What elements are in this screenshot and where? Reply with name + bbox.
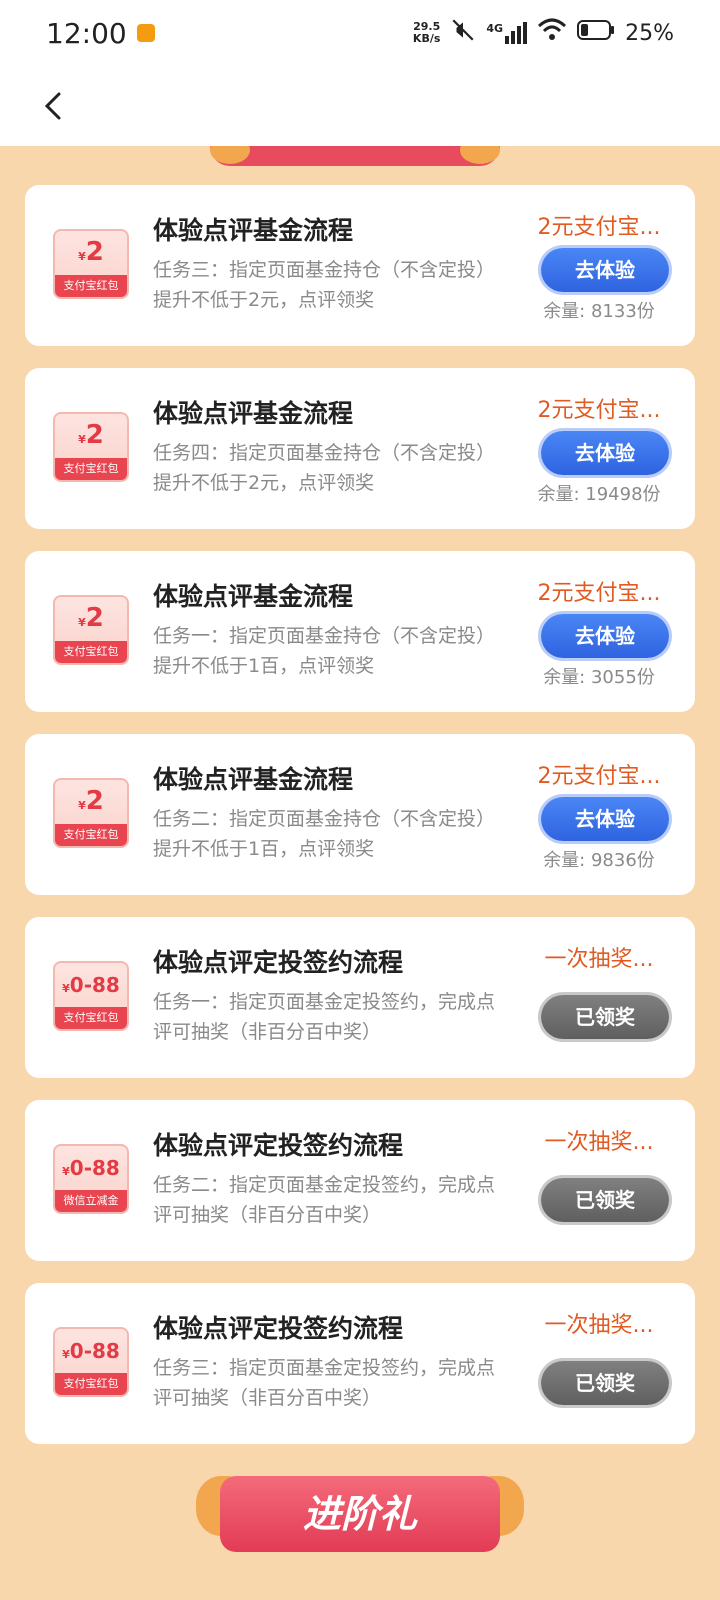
reward-text: 一次抽奖...: [544, 1130, 654, 1155]
task-title: 体验点评定投签约流程: [153, 1131, 404, 1160]
coupon-icon: ¥0-88 支付宝红包: [53, 1327, 129, 1397]
remaining-quota: 余量: 19498份: [537, 484, 661, 505]
coupon-amount: ¥2: [55, 603, 127, 633]
try-task-button[interactable]: 去体验: [541, 248, 669, 292]
task-description: 任务三：指定页面基金定投签约，完成点评可抽奖（非百分百中奖）: [153, 1357, 496, 1409]
task-title: 体验点评基金流程: [153, 765, 354, 794]
coupon-amount: ¥0-88: [55, 1156, 127, 1180]
coupon-icon: ¥2 支付宝红包: [53, 412, 129, 482]
coupon-label: 微信立减金: [55, 1190, 127, 1212]
mute-icon: [450, 17, 476, 49]
reward-text: 一次抽奖...: [544, 947, 654, 972]
network-speed: 29.5 KB/s: [413, 21, 440, 45]
coupon-currency: ¥: [78, 799, 86, 812]
task-card: ¥2 支付宝红包 体验点评基金流程 任务二：指定页面基金持仓（不含定投）提升不低…: [25, 734, 695, 895]
status-time: 12:00: [46, 17, 155, 50]
try-task-button[interactable]: 去体验: [541, 797, 669, 841]
task-title: 体验点评基金流程: [153, 582, 354, 611]
coupon-amount-value: 2: [85, 420, 104, 450]
coupon-amount-value: 0-88: [69, 1339, 120, 1363]
coupon-currency: ¥: [62, 982, 70, 995]
status-bar: 12:00 29.5 KB/s 4G 25%: [0, 0, 720, 66]
task-title: 体验点评基金流程: [153, 216, 354, 245]
try-task-button[interactable]: 去体验: [541, 431, 669, 475]
reward-text: 2元支付宝...: [537, 215, 661, 240]
coupon-amount: ¥2: [55, 786, 127, 816]
coupon-label: 支付宝红包: [55, 458, 127, 480]
reward-text: 2元支付宝...: [537, 398, 661, 423]
status-icons: 29.5 KB/s 4G 25%: [413, 17, 674, 49]
task-description: 任务一：指定页面基金定投签约，完成点评可抽奖（非百分百中奖）: [153, 991, 496, 1043]
task-card: ¥0-88 微信立减金 体验点评定投签约流程 任务二：指定页面基金定投签约，完成…: [25, 1100, 695, 1261]
reward-text: 2元支付宝...: [537, 581, 661, 606]
section-banner-top: [210, 146, 500, 166]
task-list-area[interactable]: ¥2 支付宝红包 体验点评基金流程 任务三：指定页面基金持仓（不含定投）提升不低…: [0, 146, 720, 1600]
task-description: 任务一：指定页面基金持仓（不含定投）提升不低于1百，点评领奖: [153, 625, 496, 677]
task-title: 体验点评定投签约流程: [153, 948, 404, 977]
coupon-amount-value: 0-88: [69, 973, 120, 997]
claimed-button[interactable]: 已领奖: [541, 1361, 669, 1405]
try-task-button[interactable]: 去体验: [541, 614, 669, 658]
task-title: 体验点评基金流程: [153, 399, 354, 428]
coupon-currency: ¥: [78, 433, 86, 446]
coupon-label: 支付宝红包: [55, 824, 127, 846]
notification-app-icon: [136, 24, 155, 42]
coupon-label: 支付宝红包: [55, 275, 127, 297]
coupon-icon: ¥0-88 微信立减金: [53, 1144, 129, 1214]
task-description: 任务二：指定页面基金定投签约，完成点评可抽奖（非百分百中奖）: [153, 1174, 496, 1226]
claimed-button[interactable]: 已领奖: [541, 1178, 669, 1222]
task-card: ¥2 支付宝红包 体验点评基金流程 任务一：指定页面基金持仓（不含定投）提升不低…: [25, 551, 695, 712]
coupon-amount-value: 2: [85, 786, 104, 816]
coupon-amount: ¥0-88: [55, 1339, 127, 1363]
task-card: ¥2 支付宝红包 体验点评基金流程 任务四：指定页面基金持仓（不含定投）提升不低…: [25, 368, 695, 529]
signal-icon: 4G: [486, 22, 528, 44]
remaining-quota: 余量: 3055份: [543, 667, 655, 688]
coupon-amount-value: 0-88: [69, 1156, 120, 1180]
battery-level: 25%: [625, 20, 674, 46]
claimed-button[interactable]: 已领奖: [541, 995, 669, 1039]
coupon-amount: ¥0-88: [55, 973, 127, 997]
battery-icon: [577, 20, 615, 46]
coupon-icon: ¥2 支付宝红包: [53, 778, 129, 848]
reward-text: 一次抽奖...: [544, 1313, 654, 1338]
coupon-icon: ¥2 支付宝红包: [53, 229, 129, 299]
task-card: ¥0-88 支付宝红包 体验点评定投签约流程 任务一：指定页面基金定投签约，完成…: [25, 917, 695, 1078]
clock: 12:00: [46, 16, 127, 50]
network-speed-unit: KB/s: [412, 32, 441, 45]
coupon-icon: ¥2 支付宝红包: [53, 595, 129, 665]
back-arrow-icon[interactable]: [38, 91, 68, 121]
coupon-currency: ¥: [78, 250, 86, 263]
coupon-label: 支付宝红包: [55, 641, 127, 663]
reward-text: 2元支付宝...: [537, 764, 661, 789]
coupon-currency: ¥: [62, 1165, 70, 1178]
task-card: ¥2 支付宝红包 体验点评基金流程 任务三：指定页面基金持仓（不含定投）提升不低…: [25, 185, 695, 346]
coupon-icon: ¥0-88 支付宝红包: [53, 961, 129, 1031]
remaining-quota: 余量: 8133份: [543, 301, 655, 322]
coupon-label: 支付宝红包: [55, 1007, 127, 1029]
coupon-currency: ¥: [78, 616, 86, 629]
coupon-amount-value: 2: [85, 237, 104, 267]
nav-bar: [0, 66, 720, 146]
network-type: 4G: [486, 22, 504, 35]
task-card: ¥0-88 支付宝红包 体验点评定投签约流程 任务三：指定页面基金定投签约，完成…: [25, 1283, 695, 1444]
coupon-currency: ¥: [62, 1348, 70, 1361]
advanced-gift-banner: 进阶礼: [220, 1476, 500, 1552]
coupon-amount: ¥2: [55, 237, 127, 267]
coupon-amount-value: 2: [85, 603, 104, 633]
task-description: 任务四：指定页面基金持仓（不含定投）提升不低于2元，点评领奖: [153, 442, 496, 494]
task-title: 体验点评定投签约流程: [153, 1314, 404, 1343]
task-description: 任务三：指定页面基金持仓（不含定投）提升不低于2元，点评领奖: [153, 259, 496, 311]
coupon-label: 支付宝红包: [55, 1373, 127, 1395]
wifi-icon: [537, 18, 567, 48]
remaining-quota: 余量: 9836份: [543, 850, 655, 871]
coupon-amount: ¥2: [55, 420, 127, 450]
task-description: 任务二：指定页面基金持仓（不含定投）提升不低于1百，点评领奖: [153, 808, 496, 860]
